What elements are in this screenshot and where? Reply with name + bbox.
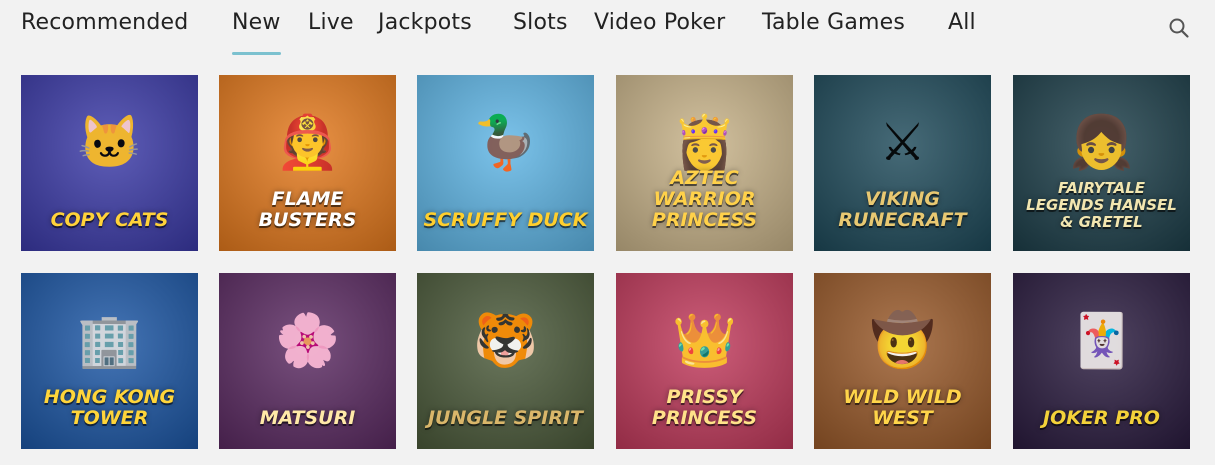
game-title: Scruffy Duck: [423, 209, 588, 231]
game-title: Fairytale Legends Hansel & Gretel: [1026, 179, 1177, 231]
game-tile-aztec-warrior-princess[interactable]: 👸 Aztec Warrior Princess: [616, 75, 793, 251]
game-title: Copy Cats: [50, 209, 169, 231]
game-title: Joker Pro: [1043, 407, 1160, 429]
tab-video-poker[interactable]: Video Poker: [594, 10, 725, 35]
tab-recommended[interactable]: Recommended: [21, 10, 188, 35]
aztec-mask-icon: 👸: [672, 114, 737, 172]
game-tile-fairytale-legends[interactable]: 👧 Fairytale Legends Hansel & Gretel: [1013, 75, 1190, 251]
game-title: Prissy Princess: [651, 386, 758, 429]
game-tile-hong-kong-tower[interactable]: 🏢 Hong Kong Tower: [21, 273, 198, 449]
firefighter-icon: 🧑‍🚒: [275, 114, 340, 172]
tab-table-games[interactable]: Table Games: [762, 10, 905, 35]
game-tile-flame-busters[interactable]: 🧑‍🚒 Flame Busters: [219, 75, 396, 251]
cowboys-icon: 🤠: [870, 312, 935, 370]
game-tile-matsuri[interactable]: 🌸 Matsuri: [219, 273, 396, 449]
tab-new[interactable]: New: [232, 10, 281, 55]
game-title: Aztec Warrior Princess: [651, 167, 758, 231]
geisha-icon: 🌸: [275, 312, 340, 370]
viking-icon: ⚔: [879, 114, 926, 172]
category-nav: Recommended New Live Jackpots Slots Vide…: [0, 0, 1215, 60]
game-title: Flame Busters: [258, 188, 357, 231]
game-title: Jungle Spirit: [427, 407, 584, 429]
search-icon[interactable]: [1168, 17, 1190, 39]
game-tile-joker-pro[interactable]: 🃏 Joker Pro: [1013, 273, 1190, 449]
tiger-icon: 🐯: [473, 312, 538, 370]
game-title: Viking Runecraft: [838, 188, 967, 231]
game-tile-jungle-spirit[interactable]: 🐯 Jungle Spirit: [417, 273, 594, 449]
game-title: Hong Kong Tower: [43, 386, 176, 429]
game-title: Wild Wild West: [843, 386, 962, 429]
tab-slots[interactable]: Slots: [513, 10, 568, 35]
tower-icon: 🏢: [77, 312, 142, 370]
tab-live[interactable]: Live: [308, 10, 354, 35]
tab-jackpots[interactable]: Jackpots: [378, 10, 472, 35]
game-tile-prissy-princess[interactable]: 👑 Prissy Princess: [616, 273, 793, 449]
game-tile-wild-wild-west[interactable]: 🤠 Wild Wild West: [814, 273, 991, 449]
cat-icon: 🐱: [77, 114, 142, 172]
game-tile-scruffy-duck[interactable]: 🦆 Scruffy Duck: [417, 75, 594, 251]
jester-hat-icon: 🃏: [1069, 312, 1134, 370]
game-tile-copy-cats[interactable]: 🐱 Copy Cats: [21, 75, 198, 251]
children-icon: 👧: [1069, 114, 1134, 172]
duck-icon: 🦆: [473, 114, 538, 172]
princess-icon: 👑: [672, 312, 737, 370]
tab-all[interactable]: All: [948, 10, 976, 35]
game-tile-viking-runecraft[interactable]: ⚔ Viking Runecraft: [814, 75, 991, 251]
game-title: Matsuri: [259, 407, 356, 429]
